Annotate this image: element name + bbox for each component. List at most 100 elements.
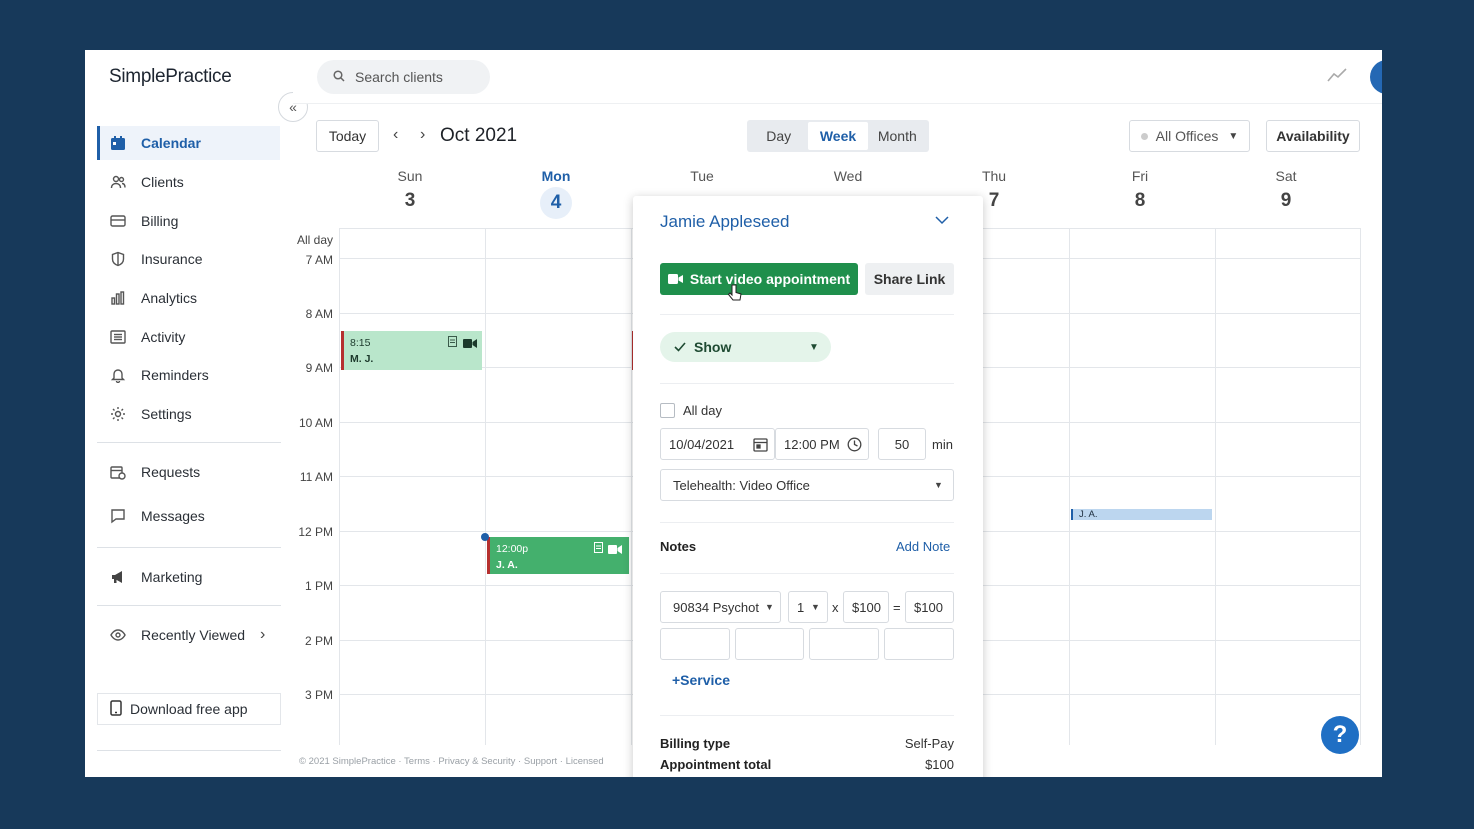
sidebar-item-label: Insurance [141,251,203,267]
all-offices-select[interactable]: All Offices ▼ [1129,120,1250,152]
sidebar-item-activity[interactable]: Activity [97,320,280,354]
day-header-wed[interactable]: Wed [775,168,921,184]
add-note-link[interactable]: Add Note [896,539,950,554]
billing-type-value: Self-Pay [904,736,954,751]
sidebar-item-insurance[interactable]: Insurance [97,242,280,276]
popover-divider [660,715,954,716]
all-offices-label: All Offices [1155,128,1219,144]
sidebar-item-requests[interactable]: Requests [97,455,280,489]
location-value: Telehealth: Video Office [673,477,810,493]
users-icon [109,173,127,191]
clock-icon [847,437,862,455]
service-code-select[interactable]: 90834 Psychot ▼ [660,591,781,623]
empty-service-field[interactable] [809,628,879,660]
megaphone-icon [109,568,127,586]
today-button[interactable]: Today [316,120,379,152]
topbar: Search clients [293,50,1382,104]
caret-down-icon: ▼ [763,602,774,612]
appointment-event[interactable]: J. A. [1071,509,1212,520]
units-select[interactable]: 1 ▼ [788,591,828,623]
sidebar-divider [97,442,281,443]
app-window: SimplePractice Calendar Clients Billing … [85,50,1382,777]
next-arrow-icon[interactable]: › [420,126,425,144]
start-video-appointment-button[interactable]: Start video appointment [660,263,858,295]
download-app-label: Download free app [130,701,248,717]
sidebar-item-billing[interactable]: Billing [97,204,280,238]
sidebar-item-label: Activity [141,329,186,345]
day-header-sat[interactable]: Sat 9 [1213,168,1359,212]
chevron-down-icon[interactable] [935,212,949,228]
date-field[interactable]: 10/04/2021 [660,428,775,460]
footer-links[interactable]: © 2021 SimplePractice · Terms · Privacy … [299,756,604,767]
download-app-button[interactable]: Download free app [97,693,281,725]
share-link-button[interactable]: Share Link [865,263,954,295]
view-day-tab[interactable]: Day [749,122,808,150]
sidebar-item-messages[interactable]: Messages [97,499,280,533]
status-select[interactable]: Show ▼ [660,332,831,362]
month-title: Oct 2021 [440,125,518,146]
billing-type-label: Billing type [660,736,731,751]
bell-icon [109,366,127,384]
rate-input[interactable]: $100 [843,591,889,623]
availability-button[interactable]: Availability [1266,120,1360,152]
sidebar-item-settings[interactable]: Settings [97,397,280,431]
view-month-tab[interactable]: Month [868,122,927,150]
sidebar-item-label: Calendar [141,135,201,151]
all-day-checkbox[interactable] [660,403,675,418]
empty-service-field[interactable] [660,628,730,660]
trend-icon[interactable] [1327,66,1347,87]
note-icon [448,336,457,352]
sidebar-item-calendar[interactable]: Calendar [97,126,280,160]
sidebar-item-label: Marketing [141,569,203,585]
chevron-right-icon: › [260,626,266,643]
sidebar-item-reminders[interactable]: Reminders [97,358,280,392]
selection-dot [481,533,489,541]
day-header-sun[interactable]: Sun 3 [337,168,483,212]
video-camera-icon [667,274,683,284]
location-select[interactable]: Telehealth: Video Office ▼ [660,469,954,501]
event-client-initials: J. A. [496,559,518,571]
duration-unit: min [932,437,953,452]
popover-divider [660,314,954,315]
time-label: 1 PM [304,579,333,593]
popover-divider [660,383,954,384]
time-label: 12 PM [298,525,333,539]
caret-down-icon: ▼ [811,602,820,612]
all-day-label: All day [683,403,723,418]
time-field[interactable]: 12:00 PM [775,428,869,460]
prev-arrow-icon[interactable]: ‹ [393,126,398,144]
appointment-event[interactable]: 8:15 M. J. [341,331,482,370]
units-value: 1 [797,599,805,615]
avatar[interactable] [1370,60,1382,94]
sidebar-item-label: Settings [141,406,192,422]
sidebar-item-label: Analytics [141,290,198,306]
day-header-fri[interactable]: Fri 8 [1067,168,1213,212]
day-header-tue[interactable]: Tue [629,168,775,184]
duration-input[interactable]: 50 [878,428,926,460]
add-service-link[interactable]: +Service [672,672,730,688]
view-week-tab[interactable]: Week [808,122,868,150]
list-icon [109,328,127,346]
grid-line [1069,228,1070,745]
day-header-mon[interactable]: Mon 4 [483,168,629,219]
appointment-event-selected[interactable]: 12:00p J. A. [487,537,629,574]
time-label: 11 AM [299,470,333,484]
sidebar-item-label: Requests [141,464,201,480]
multiply-sign: x [832,600,839,615]
search-placeholder: Search clients [355,69,443,85]
line-total-field: $100 [905,591,954,623]
empty-service-field[interactable] [735,628,804,660]
calendar-icon [753,437,768,455]
empty-service-field[interactable] [884,628,954,660]
popover-divider [660,573,954,574]
grid-line [1360,228,1361,745]
sidebar-item-recently-viewed[interactable]: Recently Viewed › [97,618,280,652]
sidebar-item-analytics[interactable]: Analytics [97,281,280,315]
client-name-link[interactable]: Jamie Appleseed [660,212,789,232]
sidebar-item-clients[interactable]: Clients [97,165,280,199]
day-date: 9 [1280,190,1292,211]
sidebar-item-marketing[interactable]: Marketing [97,560,280,594]
search-input[interactable]: Search clients [317,60,490,94]
help-button[interactable]: ? [1321,716,1359,754]
office-dot-icon [1140,132,1148,140]
